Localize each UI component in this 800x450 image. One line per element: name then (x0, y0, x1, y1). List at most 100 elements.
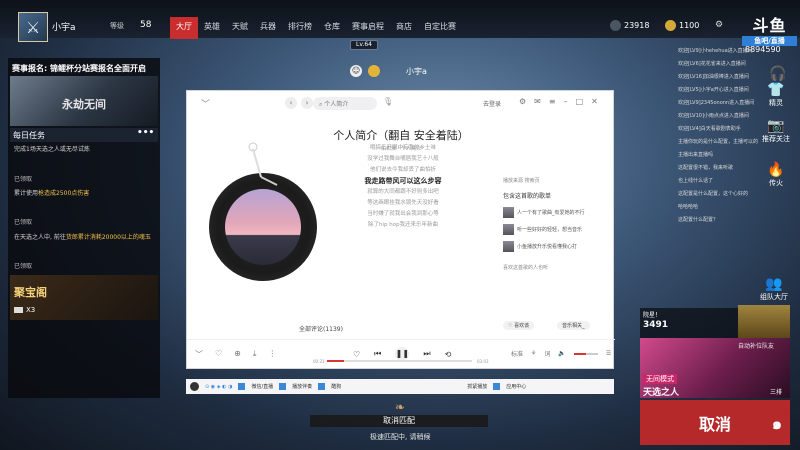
lyric-line[interactable]: 我走路带风可以这么步容 (323, 176, 483, 187)
login-link[interactable]: 去登录 (483, 99, 501, 108)
lyric-line[interactable]: 除了hip hop我还来乐年新曲 (323, 220, 483, 231)
flame-icon: 🔥 (767, 162, 785, 178)
gold-icon (665, 20, 676, 31)
event-banner[interactable]: 永劫无间 (10, 76, 158, 126)
player-name: 小宇a (52, 23, 76, 33)
heart-icon[interactable]: ♡ (215, 349, 222, 360)
collapse-icon[interactable]: ﹀ (195, 349, 203, 360)
volume-slider[interactable] (573, 352, 598, 355)
settings-icon[interactable]: ⚙ (715, 20, 723, 30)
badge-icon (368, 65, 380, 77)
lyric-line[interactable]: 当时嫌了就我出会我到那心等 (323, 209, 483, 220)
previous-icon[interactable]: ⏮ (374, 349, 381, 359)
level-value: 58 (140, 20, 152, 30)
next-icon[interactable]: ⏭ (423, 349, 430, 359)
forward-icon[interactable]: › (301, 97, 313, 109)
tab-ranking[interactable]: 排行榜 (282, 17, 318, 39)
mic-icon[interactable]: 🎙 (383, 97, 393, 106)
more-icon[interactable]: ••• (137, 128, 154, 138)
collapse-icon[interactable]: ﹀ (201, 97, 210, 110)
playlist-item[interactable]: 小鱼播放升乐悦看懂我心打 (503, 241, 603, 252)
add-icon[interactable]: ⊕ (234, 349, 241, 360)
lyric-line[interactable]: 哦搞乐开眼中有我的乡土味 (323, 143, 483, 154)
playlist-icon[interactable]: ☰ (606, 350, 611, 357)
chat-message: 这配置是什么配置，这个心好的 (678, 191, 749, 197)
matching-status: 极速匹配中, 请稍候 (370, 433, 431, 441)
task-1: 完成1场天选之人或无尽试炼 (14, 146, 90, 153)
maximize-icon[interactable]: □ (576, 97, 584, 106)
like-icon[interactable]: ♡ (353, 350, 360, 359)
tab-lobby[interactable]: 大厅 (170, 17, 198, 39)
team-lobby-button[interactable]: 👥 组队大厅 (754, 276, 794, 302)
lyrics-icon[interactable]: 词 (544, 349, 550, 358)
chat-message: 这配置什么配置？ (678, 217, 719, 223)
lyric-line[interactable]: 他们说去今我却丢了曲怕折 (323, 165, 483, 176)
lv-tag: Lv.64 (350, 40, 378, 50)
treasure-count: X3 (14, 306, 35, 314)
quality-button[interactable]: 标准 (511, 349, 523, 358)
event-banner-title[interactable]: 赛事报名: 锦鲤杯分站赛报名全面开启 (12, 63, 146, 74)
music-player-window: ﹀ ‹ › ⌕ 个人简介 🎙 去登录 ⚙ ✉ ≡ – □ ✕ 个人简介（翻自 安… (186, 90, 615, 369)
window-controls: ⚙ ✉ ≡ – □ ✕ (519, 97, 598, 106)
like-button[interactable]: ♡ 喜欢该 (503, 321, 535, 330)
rank-badge (738, 305, 790, 339)
tab-weapons[interactable]: 兵器 (254, 17, 282, 39)
app-icon (279, 383, 287, 390)
douyu-logo: 斗鱼 鱼吧/直播 (742, 12, 797, 46)
torch-button[interactable]: 🔥 传火 (756, 162, 796, 188)
player-avatar[interactable]: ⚔ (18, 12, 48, 42)
mail-icon[interactable]: ✉ (534, 97, 541, 106)
camera-icon: 📷 (767, 118, 785, 134)
lyric-line[interactable]: 没学过我舞台嘴唇我艺十八般 (323, 154, 483, 165)
lyric-line[interactable]: 等这画眼挂我水镜先天没好看 (323, 198, 483, 209)
menu-icon[interactable]: ≡ (549, 97, 556, 106)
task-1-status: 已领取 (14, 176, 33, 183)
task-2: 累计使用枪造成2500点伤害 (14, 190, 90, 197)
minimize-icon[interactable]: – (564, 97, 568, 106)
playback-buttons: ♡ ⏮ ❚❚ ⏭ ⟲ (353, 347, 451, 361)
tab-custom-match[interactable]: 自定比赛 (418, 17, 462, 39)
all-comments-link[interactable]: 全部评论(1139) (299, 324, 343, 333)
ornament-icon: ❧ (394, 400, 406, 414)
app-icon (238, 383, 246, 390)
more-icon[interactable]: ⋮ (268, 349, 276, 360)
playlist-item[interactable]: 听一些好好的轻轻，想当音乐 (503, 224, 603, 235)
effects-icon[interactable]: ⚘ (531, 350, 536, 357)
history-nav: ‹ › (285, 97, 313, 109)
tab-events[interactable]: 赛事启程 (346, 17, 390, 39)
tab-talent[interactable]: 天赋 (226, 17, 254, 39)
lyric-line[interactable]: 就算的大同都跟不好则多出吧 (323, 187, 483, 198)
app-icon (318, 383, 326, 390)
progress-track[interactable] (327, 360, 472, 362)
coin-icon (610, 20, 621, 31)
time-current: 00:21 (313, 359, 325, 364)
tab-warehouse[interactable]: 仓库 (318, 17, 346, 39)
coin-balance: 23918 (610, 20, 649, 31)
back-icon[interactable]: ‹ (285, 97, 297, 109)
tab-heroes[interactable]: 英雄 (198, 17, 226, 39)
pause-button[interactable]: ❚❚ (395, 347, 410, 361)
tonearm-icon (248, 142, 278, 186)
play-mode-icon[interactable]: ⟲ (445, 350, 452, 359)
search-input[interactable]: ⌕ 个人简介 (313, 97, 377, 110)
task-2-status: 已领取 (14, 219, 33, 226)
playlist-item[interactable]: 人一个有了歌曲_有爱她的不行 (503, 207, 603, 218)
tab-shop[interactable]: 商店 (390, 17, 418, 39)
related-user-button[interactable]: 音乐相关_ (557, 321, 590, 330)
app-avatar[interactable] (190, 382, 199, 391)
sprite-button[interactable]: 👕 精灵 (756, 82, 796, 108)
auto-fill-toggle[interactable]: 自动补位队友 (738, 341, 774, 350)
smiley-icon[interactable]: ☺ (350, 65, 362, 77)
recommend-follow-button[interactable]: 📷 推荐关注 (756, 118, 796, 144)
gold-balance: 1100 (665, 20, 699, 31)
level-label: 等级 (110, 22, 124, 30)
cancel-matching-bar[interactable]: 取消匹配 (310, 415, 488, 427)
mode-name: 天选之人 (643, 388, 680, 398)
settings-icon[interactable]: ⚙ (519, 97, 526, 106)
headphones-button[interactable]: 🎧 (758, 66, 798, 82)
headphones-icon: 🎧 (769, 66, 787, 82)
cancel-match-button[interactable]: 取消๑ (640, 400, 790, 445)
close-icon[interactable]: ✕ (591, 97, 598, 106)
volume-icon[interactable]: 🔈 (558, 350, 565, 357)
download-icon[interactable]: ⤓ (253, 349, 257, 360)
